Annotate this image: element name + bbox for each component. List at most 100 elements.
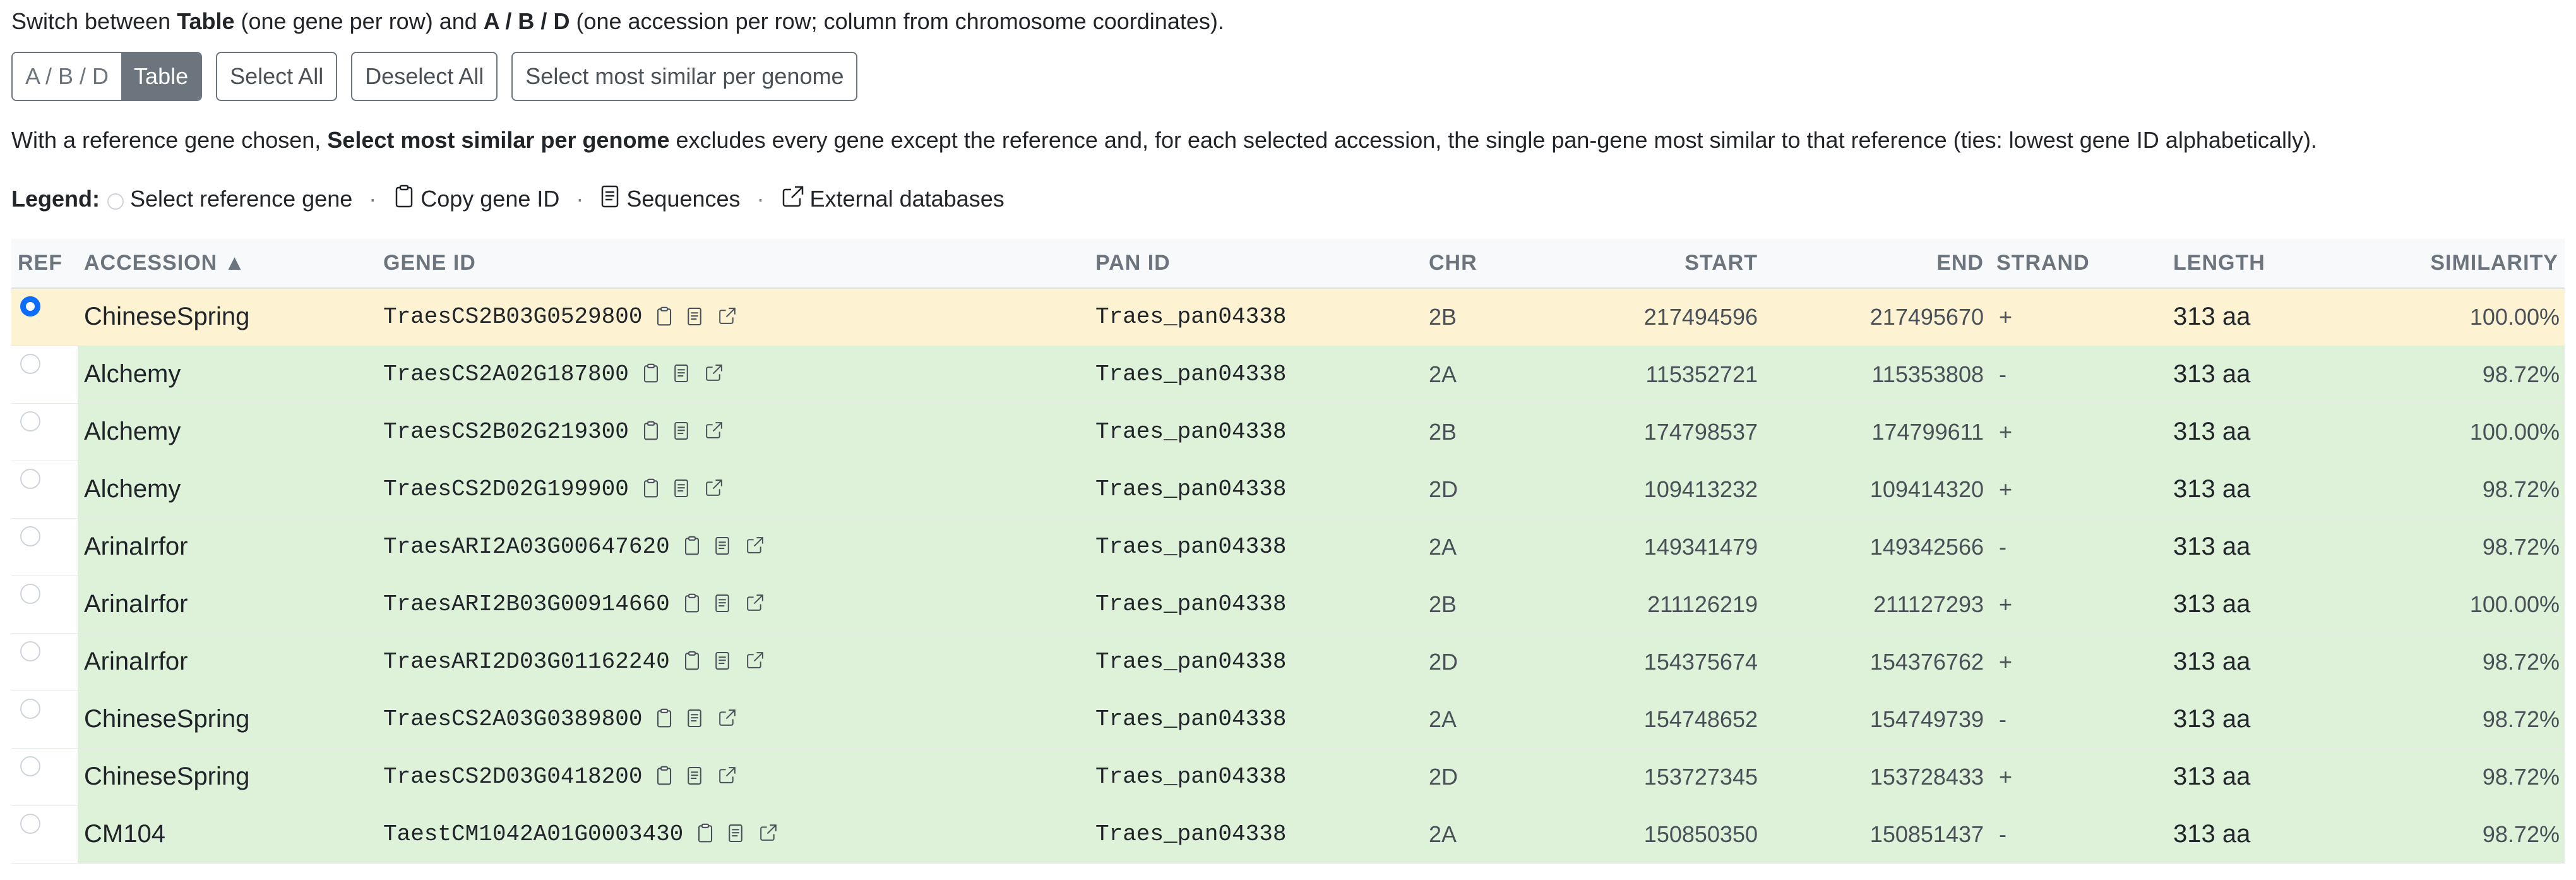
sequences-icon[interactable] [673, 363, 692, 383]
radio-icon [107, 193, 124, 210]
strand-cell: + [1990, 748, 2167, 805]
pan-id-cell: Traes_pan04338 [1089, 518, 1422, 576]
table-row[interactable]: ChineseSpring TraesCS2A03G0389800 Traes_pa… [11, 690, 2565, 748]
view-toggle: A / B / D Table [11, 52, 203, 101]
col-accession[interactable]: ACCESSION ▲ [78, 239, 377, 289]
sequences-icon[interactable] [714, 536, 733, 555]
view-abd-button[interactable]: A / B / D [13, 53, 122, 100]
copy-icon[interactable] [683, 593, 701, 613]
col-similarity[interactable]: SIMILARITY [2375, 239, 2565, 289]
view-table-button[interactable]: Table [121, 53, 201, 100]
reference-radio[interactable] [20, 584, 40, 604]
table-row[interactable]: ArinaIrfor TraesARI2A03G00647620 Traes_pan… [11, 518, 2565, 576]
reference-radio[interactable] [20, 469, 40, 489]
sequences-icon[interactable] [714, 593, 733, 613]
table-row[interactable]: ArinaIrfor TraesARI2B03G00914660 Traes_pan… [11, 576, 2565, 633]
copy-icon[interactable] [683, 651, 701, 670]
copy-icon[interactable] [683, 536, 701, 555]
ref-cell [11, 805, 78, 863]
external-link-icon[interactable] [718, 306, 737, 325]
copy-icon[interactable] [655, 306, 674, 326]
copy-icon[interactable] [655, 766, 674, 785]
copy-icon[interactable] [696, 823, 715, 843]
ref-cell [11, 518, 78, 576]
external-link-icon[interactable] [705, 421, 724, 440]
copy-icon [393, 184, 415, 214]
start-cell: 115352721 [1555, 346, 1764, 403]
sequences-icon[interactable] [686, 306, 705, 325]
accession-cell: ChineseSpring [78, 690, 377, 748]
copy-icon[interactable] [641, 478, 660, 498]
external-link-icon[interactable] [718, 708, 737, 727]
table-row[interactable]: Alchemy TraesCS2A02G187800 Traes_pan04338 2… [11, 346, 2565, 403]
legend-sequences: Sequences [600, 184, 741, 214]
gene-id-text: TraesARI2D03G01162240 [383, 649, 670, 675]
col-pan-id[interactable]: PAN ID [1089, 239, 1422, 289]
accession-cell: Alchemy [78, 346, 377, 403]
legend-external: External databases [781, 184, 1005, 214]
gene-id-text: TaestCM1042A01G0003430 [383, 821, 684, 847]
gene-id-cell: TraesARI2D03G01162240 [377, 633, 1089, 690]
sequences-icon[interactable] [714, 651, 733, 670]
table-row[interactable]: Alchemy TraesCS2D02G199900 Traes_pan04338 2… [11, 461, 2565, 518]
ref-cell [11, 748, 78, 805]
reference-radio[interactable] [20, 526, 40, 546]
external-link-icon[interactable] [705, 478, 724, 497]
table-row[interactable]: ArinaIrfor TraesARI2D03G01162240 Traes_pan… [11, 633, 2565, 690]
similarity-cell: 98.72% [2375, 518, 2565, 576]
note-text: excludes every gene except the reference… [669, 127, 2317, 153]
external-link-icon[interactable] [718, 766, 737, 785]
ref-cell [11, 346, 78, 403]
deselect-all-button[interactable]: Deselect All [351, 52, 498, 101]
table-row[interactable]: Alchemy TraesCS2B02G219300 Traes_pan04338 2… [11, 403, 2565, 461]
end-cell: 115353808 [1764, 346, 1990, 403]
selection-note: With a reference gene chosen, Select mos… [11, 128, 2576, 153]
reference-radio[interactable] [20, 411, 40, 431]
copy-icon[interactable] [655, 708, 674, 728]
ref-cell [11, 461, 78, 518]
table-row[interactable]: ChineseSpring TraesCS2D03G0418200 Traes_pa… [11, 748, 2565, 805]
reference-radio[interactable] [20, 641, 40, 661]
col-end[interactable]: END [1764, 239, 1990, 289]
reference-radio[interactable] [20, 814, 40, 834]
external-link-icon[interactable] [746, 651, 765, 670]
accession-cell: ChineseSpring [78, 288, 377, 346]
page-top: Switch between Table (one gene per row) … [0, 0, 2576, 214]
external-link-icon [781, 184, 805, 214]
sequences-icon[interactable] [673, 421, 692, 440]
external-link-icon[interactable] [705, 363, 724, 382]
gene-id-cell: TraesARI2A03G00647620 [377, 518, 1089, 576]
external-link-icon[interactable] [746, 536, 765, 555]
length-cell: 313 aa [2167, 576, 2375, 633]
reference-radio[interactable] [20, 296, 40, 317]
copy-icon[interactable] [641, 363, 660, 383]
start-cell: 149341479 [1555, 518, 1764, 576]
reference-radio[interactable] [20, 756, 40, 776]
col-start[interactable]: START [1555, 239, 1764, 289]
strand-cell: + [1990, 461, 2167, 518]
col-chr[interactable]: CHR [1422, 239, 1555, 289]
sequences-icon[interactable] [686, 766, 705, 785]
gene-id-text: TraesCS2A02G187800 [383, 361, 629, 387]
col-gene-id[interactable]: GENE ID [377, 239, 1089, 289]
sequences-icon[interactable] [686, 708, 705, 728]
copy-icon[interactable] [641, 421, 660, 440]
chr-cell: 2A [1422, 346, 1555, 403]
col-strand[interactable]: STRAND [1990, 239, 2167, 289]
sequences-icon[interactable] [727, 823, 746, 843]
external-link-icon[interactable] [759, 823, 778, 842]
col-length[interactable]: LENGTH [2167, 239, 2375, 289]
select-most-similar-button[interactable]: Select most similar per genome [511, 52, 858, 101]
reference-radio[interactable] [20, 354, 40, 374]
table-row[interactable]: CM104 TaestCM1042A01G0003430 Traes_pan0433… [11, 805, 2565, 863]
external-link-icon[interactable] [746, 593, 765, 612]
start-cell: 109413232 [1555, 461, 1764, 518]
sequences-icon[interactable] [673, 478, 692, 498]
table-row[interactable]: ChineseSpring TraesCS2B03G0529800 Traes_pa… [11, 288, 2565, 346]
reference-radio[interactable] [20, 699, 40, 719]
legend-select-ref-label: Select reference gene [130, 186, 353, 212]
select-all-button[interactable]: Select All [216, 52, 338, 101]
accession-cell: CM104 [78, 805, 377, 863]
col-ref: REF [11, 239, 78, 289]
chr-cell: 2A [1422, 518, 1555, 576]
